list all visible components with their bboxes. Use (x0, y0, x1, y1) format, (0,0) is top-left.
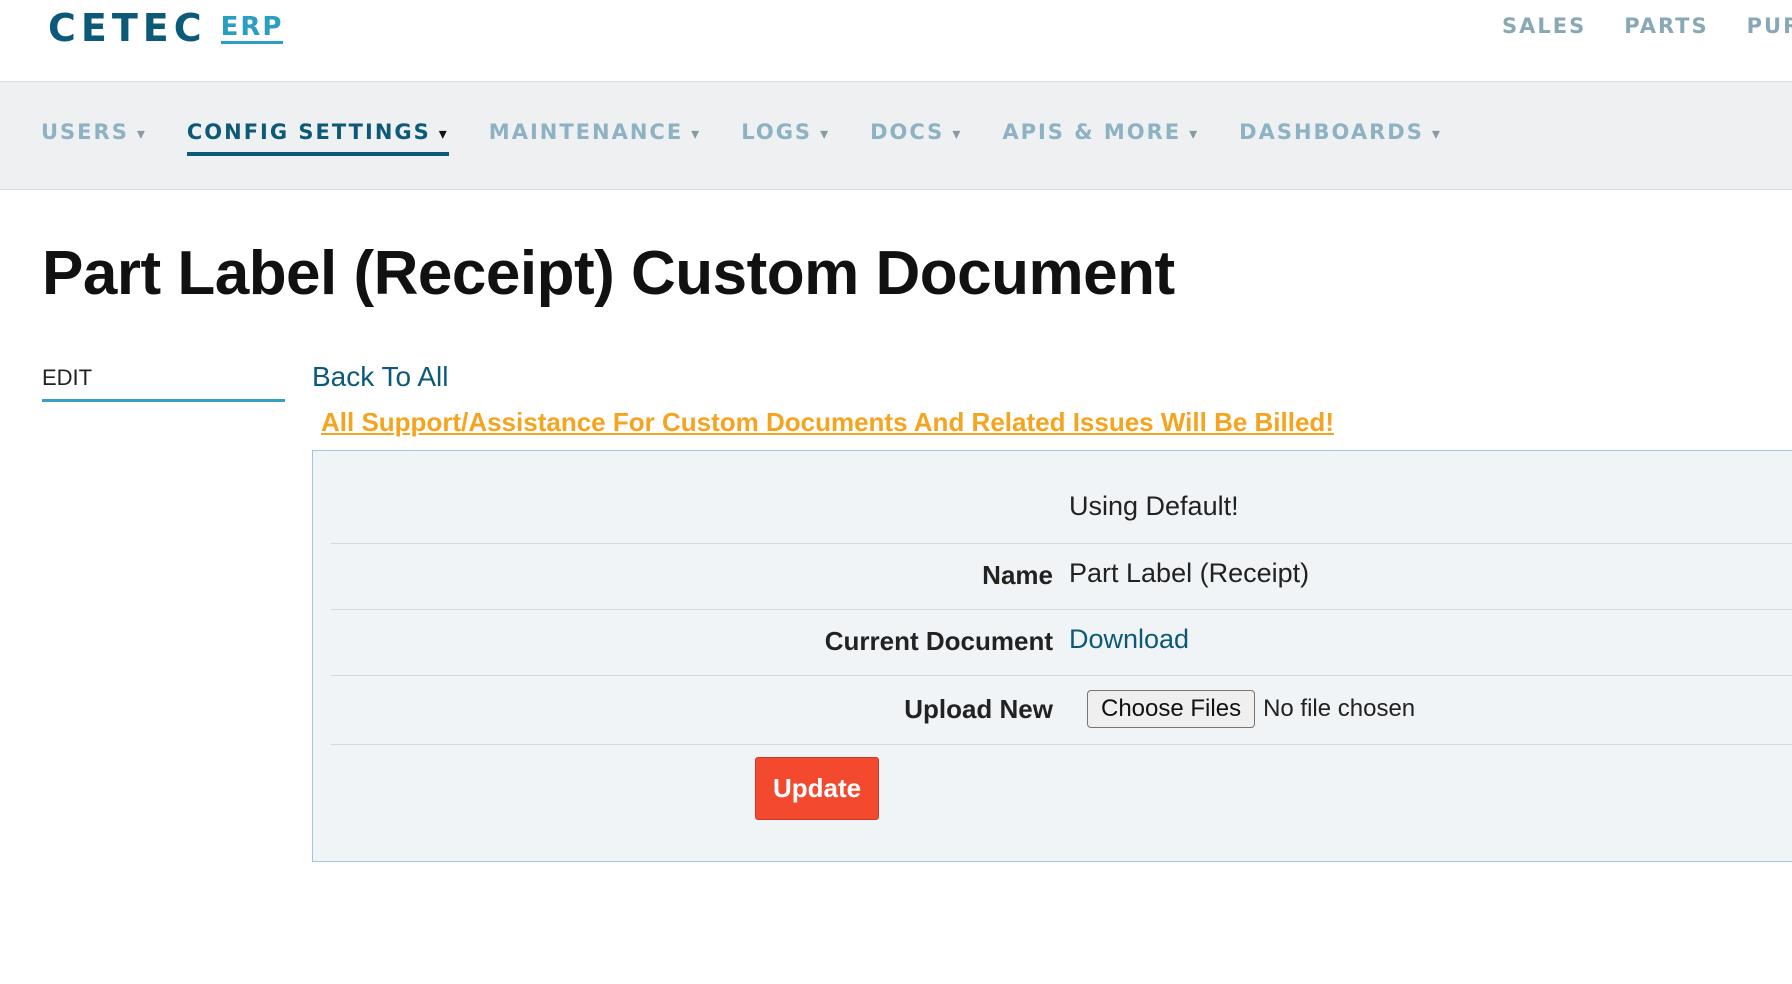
name-label: Name (982, 560, 1053, 590)
chevron-down-icon: ▾ (691, 124, 702, 143)
side-tab-edit[interactable]: EDIT (42, 365, 285, 402)
chevron-down-icon: ▾ (136, 124, 147, 143)
chevron-down-icon: ▾ (1431, 124, 1442, 143)
sub-nav-items: USERS ▾ CONFIG SETTINGS ▾ MAINTENANCE ▾ LOG… (41, 120, 1482, 156)
sub-nav-docs-label: DOCS (870, 120, 945, 144)
logo-erp-tag: ERP (220, 12, 284, 44)
sub-nav-apis-more-label: APIS & MORE (1002, 120, 1182, 144)
form-row-status: Using Default! (331, 451, 1792, 544)
chevron-down-icon: ▾ (952, 124, 963, 143)
form-row-current-document: Current Document Download (331, 610, 1792, 676)
top-header: CETEC ERP SALES PARTS PURC (0, 0, 1792, 82)
top-nav: SALES PARTS PURC (1502, 14, 1792, 38)
sub-nav-logs-label: LOGS (741, 120, 813, 144)
top-nav-parts[interactable]: PARTS (1624, 14, 1708, 38)
sub-nav-users[interactable]: USERS ▾ (41, 120, 147, 156)
sub-nav-users-label: USERS (41, 120, 129, 144)
sub-nav-maintenance[interactable]: MAINTENANCE ▾ (489, 120, 701, 156)
chevron-down-icon: ▾ (438, 124, 449, 143)
upload-new-label: Upload New (904, 694, 1053, 724)
back-to-all-link[interactable]: Back To All (312, 361, 448, 393)
logo-wordmark: CETEC (48, 6, 207, 50)
file-upload-field: Choose Files No file chosen (1087, 690, 1415, 728)
cetec-erp-logo[interactable]: CETEC ERP (48, 6, 284, 50)
form-panel: Using Default! Name Part Label (Receipt)… (312, 450, 1792, 862)
sub-nav-logs[interactable]: LOGS ▾ (741, 120, 830, 156)
sub-nav-config-settings[interactable]: CONFIG SETTINGS ▾ (186, 120, 449, 156)
form-row-name: Name Part Label (Receipt) (331, 544, 1792, 610)
sub-nav-maintenance-label: MAINTENANCE (488, 120, 684, 144)
top-nav-purchasing[interactable]: PURC (1747, 14, 1792, 38)
sub-nav: USERS ▾ CONFIG SETTINGS ▾ MAINTENANCE ▾ LOG… (0, 82, 1792, 190)
choose-files-button[interactable]: Choose Files (1087, 690, 1256, 728)
sub-nav-docs[interactable]: DOCS ▾ (870, 120, 962, 156)
download-link[interactable]: Download (1069, 624, 1189, 655)
form-row-upload-new: Upload New Choose Files No file chosen (331, 676, 1792, 745)
sub-nav-dashboards[interactable]: DASHBOARDS ▾ (1239, 120, 1442, 156)
billing-warning-link[interactable]: All Support/Assistance For Custom Docume… (321, 407, 1334, 438)
name-value: Part Label (Receipt) (1069, 558, 1310, 588)
top-nav-sales[interactable]: SALES (1502, 14, 1586, 38)
current-document-label: Current Document (824, 626, 1053, 656)
no-file-chosen-text: No file chosen (1263, 695, 1416, 722)
chevron-down-icon: ▾ (820, 124, 831, 143)
status-text: Using Default! (1069, 491, 1239, 521)
page-title: Part Label (Receipt) Custom Document (42, 239, 1175, 308)
update-button[interactable]: Update (755, 757, 879, 820)
sub-nav-config-settings-label: CONFIG SETTINGS (186, 120, 431, 144)
sub-nav-dashboards-label: DASHBOARDS (1239, 120, 1424, 144)
sub-nav-apis-more[interactable]: APIS & MORE ▾ (1002, 120, 1199, 156)
chevron-down-icon: ▾ (1189, 124, 1200, 143)
